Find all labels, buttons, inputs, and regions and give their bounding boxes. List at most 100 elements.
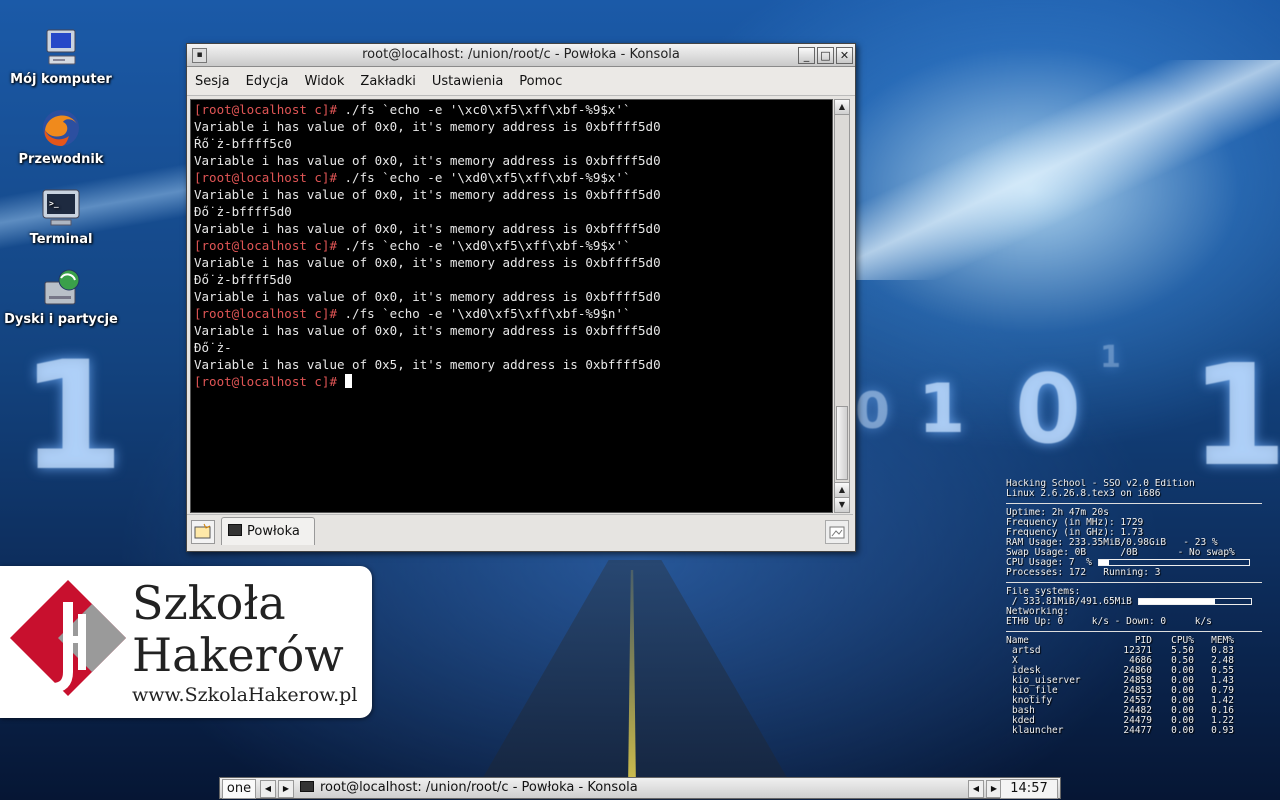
menubar: Sesja Edycja Widok Zakładki Ustawienia P… bbox=[187, 67, 855, 96]
menu-zakladki[interactable]: Zakładki bbox=[352, 74, 423, 89]
terminal-line: Variable i has value of 0x0, it's memory… bbox=[194, 118, 832, 135]
conky-net-title: Networking: bbox=[1006, 607, 1069, 617]
fs-usage-bar bbox=[1137, 598, 1252, 605]
taskbar-scroll-left[interactable]: ◀ bbox=[968, 780, 984, 798]
conky-stat: Uptime: 2h 47m 20s bbox=[1006, 508, 1109, 518]
szkola-hakerow-logo: Szkoła Hakerów www.SzkolaHakerow.pl bbox=[0, 566, 372, 718]
terminal-tab-icon bbox=[228, 524, 242, 536]
terminal-line: Variable i has value of 0x0, it's memory… bbox=[194, 220, 832, 237]
clock[interactable]: 14:57 bbox=[1000, 779, 1058, 799]
terminal-line: [root@localhost c]# ./fs `echo -e '\xd0\… bbox=[194, 305, 832, 322]
window-menu-button[interactable]: ▪ bbox=[192, 48, 207, 63]
new-tab-button[interactable] bbox=[191, 520, 215, 544]
taskbar-task-konsole[interactable]: root@localhost: /union/root/c - Powłoka … bbox=[296, 779, 966, 797]
terminal-prompt: [root@localhost c]# bbox=[194, 102, 337, 117]
conky-separator bbox=[1006, 582, 1262, 583]
svg-text:>_: >_ bbox=[49, 199, 59, 208]
terminal-scrollbar[interactable]: ▲ ▲ ▼ bbox=[834, 99, 850, 513]
terminal-text: ./fs `echo -e '\xd0\xf5\xff\xbf-%9$n'` bbox=[337, 306, 631, 321]
terminal-text: Đő˙ż-bffff5d0 bbox=[194, 204, 292, 219]
desktop-icon-terminal[interactable]: >_ Terminal bbox=[0, 186, 122, 247]
terminal-line: [root@localhost c]# ./fs `echo -e '\xc0\… bbox=[194, 101, 832, 118]
terminal-line: Variable i has value of 0x0, it's memory… bbox=[194, 288, 832, 305]
taskbar-task-title: root@localhost: /union/root/c - Powłoka … bbox=[320, 780, 638, 795]
wallpaper-digit: 1 bbox=[20, 330, 125, 504]
minimize-button[interactable]: _ bbox=[798, 47, 815, 64]
terminal-output[interactable]: [root@localhost c]# ./fs `echo -e '\xc0\… bbox=[190, 99, 833, 513]
terminal-line: Variable i has value of 0x0, it's memory… bbox=[194, 254, 832, 271]
terminal-prompt: [root@localhost c]# bbox=[194, 374, 337, 389]
wallpaper-digit: 0 bbox=[1015, 355, 1082, 465]
conky-net: ETH0 Up: 0 k/s - Down: 0 k/s bbox=[1006, 617, 1212, 627]
terminal-text: ./fs `echo -e '\xd0\xf5\xff\xbf-%9$x'` bbox=[337, 238, 631, 253]
desktop-icon-disks[interactable]: Dyski i partycje bbox=[0, 266, 122, 327]
menu-sesja[interactable]: Sesja bbox=[187, 74, 238, 89]
conky-separator bbox=[1006, 631, 1262, 632]
desktop-icon-label: Terminal bbox=[29, 232, 93, 247]
conky-fs-title: File systems: bbox=[1006, 587, 1081, 597]
conky-cpu-label: CPU Usage: 7 % bbox=[1006, 558, 1092, 568]
terminal-task-icon bbox=[300, 781, 314, 792]
terminal-line: [root@localhost c]# bbox=[194, 373, 832, 390]
menu-ustawienia[interactable]: Ustawienia bbox=[424, 74, 511, 89]
logo-emblem-icon bbox=[10, 580, 126, 696]
conky-kernel: Linux 2.6.26.8.tex3 on i686 bbox=[1006, 489, 1161, 499]
terminal-line: Đő˙ż- bbox=[194, 339, 832, 356]
menu-widok[interactable]: Widok bbox=[297, 74, 353, 89]
wallpaper-digit: 0 bbox=[855, 382, 890, 440]
terminal-line: Variable i has value of 0x0, it's memory… bbox=[194, 152, 832, 169]
scroll-up-button[interactable]: ▲ bbox=[835, 100, 849, 115]
terminal-text: Variable i has value of 0x0, it's memory… bbox=[194, 323, 661, 338]
terminal-icon: >_ bbox=[39, 186, 83, 230]
process-table: Name PID CPU% MEM% artsd 12371 5.50 0.83 X 4686 0.… bbox=[1006, 636, 1262, 736]
desktop-switcher[interactable]: one bbox=[222, 779, 256, 799]
close-tab-button[interactable] bbox=[825, 520, 849, 544]
desktop-icon-my-computer[interactable]: Mój komputer bbox=[0, 26, 122, 87]
cpu-usage-bar bbox=[1097, 559, 1250, 566]
conky-stat: RAM Usage: 233.35MiB/0.98GiB - 23 % bbox=[1006, 538, 1218, 548]
tab-powloka[interactable]: Powłoka bbox=[221, 517, 315, 545]
terminal-text: Variable i has value of 0x0, it's memory… bbox=[194, 289, 661, 304]
taskbar-right-arrow[interactable]: ▶ bbox=[278, 780, 294, 798]
tab-bar: Powłoka bbox=[187, 514, 853, 549]
scrollbar-thumb[interactable] bbox=[836, 406, 848, 480]
taskbar-left-arrow[interactable]: ◀ bbox=[260, 780, 276, 798]
desktop-icon-przewodnik[interactable]: Przewodnik bbox=[0, 106, 122, 167]
terminal-line: Ŕő˙ż-bffff5c0 bbox=[194, 135, 832, 152]
terminal-cursor bbox=[344, 374, 352, 388]
logo-line1: Szkoła bbox=[132, 576, 286, 630]
conky-fs: / 333.81MiB/491.65MiB bbox=[1006, 597, 1262, 607]
menu-edycja[interactable]: Edycja bbox=[238, 74, 297, 89]
scroll-up-button-lower[interactable]: ▲ bbox=[835, 482, 849, 497]
logo-url: www.SzkolaHakerow.pl bbox=[132, 684, 358, 706]
terminal-line: [root@localhost c]# ./fs `echo -e '\xd0\… bbox=[194, 169, 832, 186]
conky-fs-label: / 333.81MiB/491.65MiB bbox=[1006, 597, 1132, 607]
conky-stat: Frequency (in MHz): 1729 bbox=[1006, 518, 1144, 528]
konsole-window[interactable]: ▪ root@localhost: /union/root/c - Powłok… bbox=[186, 43, 856, 552]
terminal-text: Đő˙ż- bbox=[194, 340, 232, 355]
maximize-button[interactable]: □ bbox=[817, 47, 834, 64]
firefox-icon bbox=[39, 106, 83, 150]
menu-pomoc[interactable]: Pomoc bbox=[511, 74, 570, 89]
close-button[interactable]: ✕ bbox=[836, 47, 853, 64]
process-cell: 24477 bbox=[1123, 725, 1152, 736]
conky-monitor: Hacking School - SSO v2.0 Edition Linux … bbox=[1006, 479, 1262, 736]
disk-icon bbox=[39, 266, 83, 310]
desktop-icon-label: Mój komputer bbox=[10, 72, 112, 87]
terminal-text: Đő˙ż-bffff5d0 bbox=[194, 272, 292, 287]
tab-label: Powłoka bbox=[247, 524, 300, 539]
conky-stat: Swap Usage: 0B /0B - No swap% bbox=[1006, 548, 1235, 558]
terminal-prompt: [root@localhost c]# bbox=[194, 238, 337, 253]
terminal-line: Variable i has value of 0x0, it's memory… bbox=[194, 186, 832, 203]
taskbar: one ◀ ▶ root@localhost: /union/root/c - … bbox=[219, 777, 1061, 799]
terminal-line: Đő˙ż-bffff5d0 bbox=[194, 271, 832, 288]
scroll-down-button[interactable]: ▼ bbox=[835, 497, 849, 512]
window-titlebar[interactable]: ▪ root@localhost: /union/root/c - Powłok… bbox=[187, 44, 855, 67]
terminal-line: Đő˙ż-bffff5d0 bbox=[194, 203, 832, 220]
terminal-text: Variable i has value of 0x5, it's memory… bbox=[194, 357, 661, 372]
terminal-line: Variable i has value of 0x5, it's memory… bbox=[194, 356, 832, 373]
computer-icon bbox=[39, 26, 83, 70]
terminal-line: [root@localhost c]# ./fs `echo -e '\xd0\… bbox=[194, 237, 832, 254]
terminal-text: Ŕő˙ż-bffff5c0 bbox=[194, 136, 292, 151]
terminal-text: ./fs `echo -e '\xd0\xf5\xff\xbf-%9$x'` bbox=[337, 170, 631, 185]
